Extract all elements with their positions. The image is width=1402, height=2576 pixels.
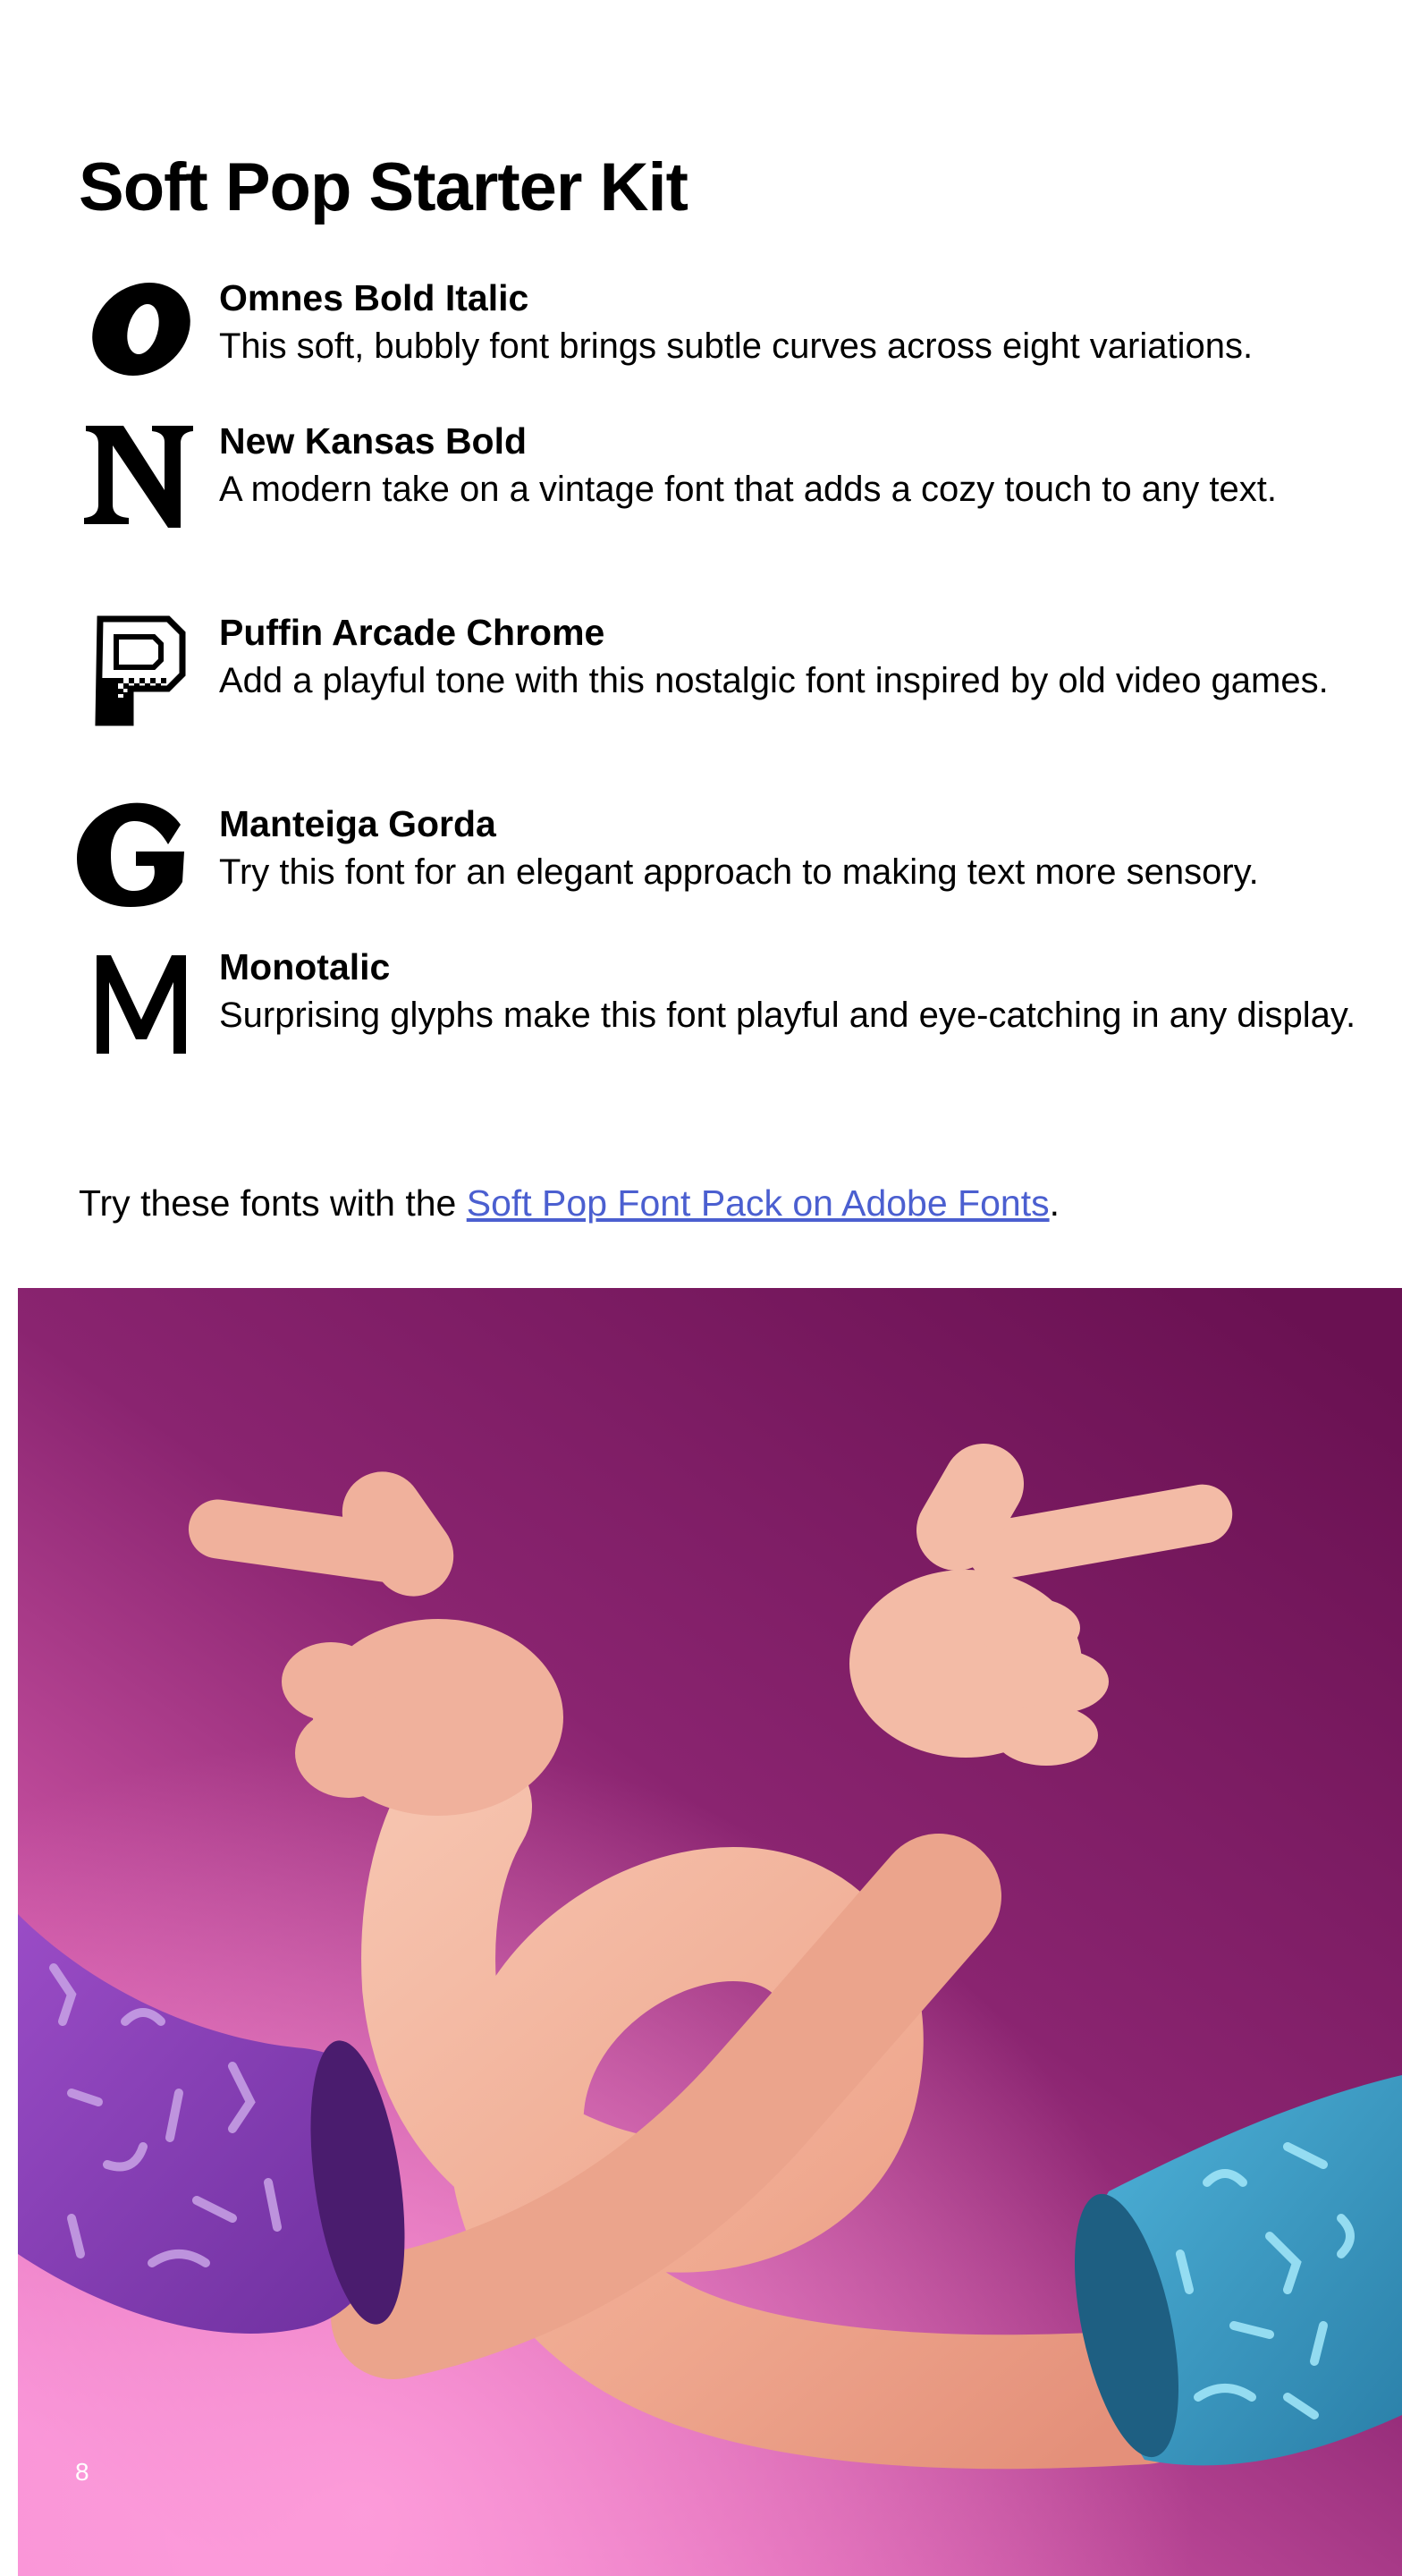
font-description: Add a playful tone with this nostalgic f… (219, 661, 1329, 700)
font-name: Puffin Arcade Chrome (219, 612, 605, 653)
font-name: Manteiga Gorda (219, 803, 496, 844)
page-title: Soft Pop Starter Kit (79, 149, 688, 225)
monotalic-m-glyph-icon (97, 955, 186, 1054)
new-kansas-n-glyph-icon (84, 426, 193, 528)
omnes-o-glyph-icon (92, 283, 190, 376)
font-name: Omnes Bold Italic (219, 277, 529, 318)
adobe-fonts-link[interactable]: Soft Pop Font Pack on Adobe Fonts (467, 1182, 1050, 1224)
cta-paragraph: Try these fonts with the Soft Pop Font P… (79, 1179, 1060, 1227)
page-number: 8 (75, 2458, 89, 2486)
font-name: Monotalic (219, 946, 391, 987)
font-name: New Kansas Bold (219, 420, 528, 462)
cta-suffix: . (1049, 1182, 1060, 1224)
font-description: Surprising glyphs make this font playful… (219, 996, 1356, 1035)
cta-prefix: Try these fonts with the (79, 1182, 467, 1224)
hero-illustration (18, 1288, 1402, 2576)
font-description: Try this font for an elegant approach to… (219, 852, 1259, 892)
font-description: This soft, bubbly font brings subtle cur… (219, 326, 1254, 366)
puffin-arcade-p-glyph-icon (95, 615, 186, 726)
manteiga-gorda-g-glyph-icon (77, 802, 184, 907)
font-description: A modern take on a vintage font that add… (219, 470, 1277, 509)
